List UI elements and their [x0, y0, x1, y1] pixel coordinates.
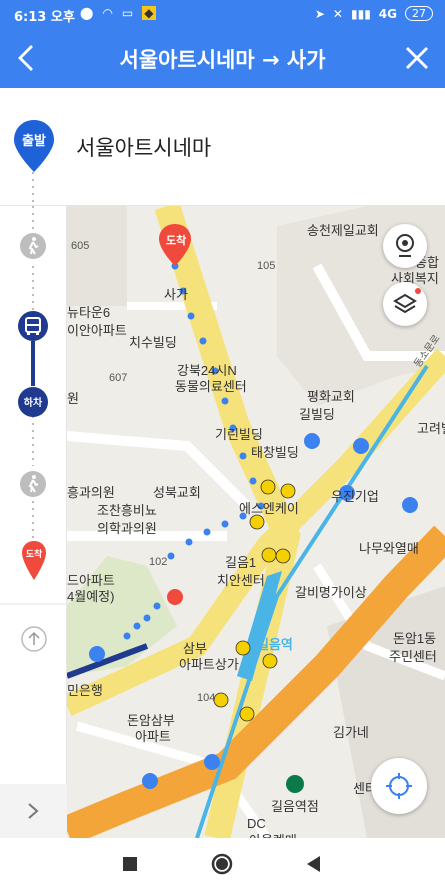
- map-label: 성북교회: [153, 485, 201, 500]
- map-label: 아파트: [135, 729, 171, 744]
- walk-icon[interactable]: [19, 232, 47, 260]
- page-title: 서울아트시네마 → 사가: [119, 48, 326, 72]
- map-label: 고려빌: [417, 421, 445, 436]
- map-label: 우진기업: [331, 489, 379, 504]
- map-label: 조찬흥비뇨: [97, 503, 157, 518]
- map-label: 주민센터: [389, 649, 437, 664]
- map-destination-badge: 도착: [166, 235, 187, 247]
- map-label: 에스엔케이: [239, 501, 299, 516]
- map-label: 이안아파트: [67, 323, 127, 338]
- map-station-label[interactable]: 길음역: [257, 634, 293, 653]
- alight-badge[interactable]: 하차: [17, 386, 49, 418]
- route-steps-panel: 하차 도착: [0, 206, 67, 838]
- start-pin-icon: 출발: [14, 120, 54, 172]
- scroll-up-icon[interactable]: [21, 626, 47, 652]
- map-label: 뉴타운6: [67, 305, 111, 320]
- alight-label: 하차: [24, 396, 43, 409]
- recent-apps-icon[interactable]: [118, 852, 142, 876]
- map-label: 흥과의원: [67, 485, 115, 500]
- hotspot-icon: ◠: [102, 6, 113, 20]
- map-label: 아파트상가: [179, 657, 239, 672]
- map-destination-name[interactable]: 사가: [164, 284, 188, 303]
- map-label: 102: [149, 556, 168, 568]
- map-label: 동물의료센터: [175, 379, 247, 394]
- start-name: 서울아트시네마: [76, 136, 212, 160]
- map-label: 돈암1동: [393, 631, 437, 646]
- gps-icon: ➤: [314, 6, 325, 21]
- map-label: 아울렛매: [249, 830, 297, 838]
- expand-panel-button[interactable]: [0, 784, 67, 838]
- signal-icon: ▮▮▮: [350, 6, 371, 21]
- map-label: 605: [71, 240, 90, 252]
- crosshair-icon: [386, 773, 412, 799]
- mute-icon: ✕: [332, 6, 343, 21]
- system-nav-bar: [0, 838, 445, 889]
- route-map[interactable]: 동소문로 도착 사가 송천제일교회 종합 사회복지 105 605 뉴타운6 이…: [67, 206, 445, 838]
- map-label: 104: [197, 692, 216, 704]
- walk-icon[interactable]: [19, 470, 47, 498]
- map-label: 기린빌딩: [215, 427, 263, 442]
- my-location-button[interactable]: [371, 758, 427, 814]
- map-label: 607: [109, 372, 128, 384]
- route-connector: [32, 172, 34, 210]
- map-label: 치수빌딩: [129, 335, 177, 350]
- map-label: 원: [67, 391, 79, 406]
- status-time: 6:13 오후: [14, 10, 75, 25]
- arrive-pin-icon[interactable]: 도착: [21, 540, 47, 586]
- map-label: 송천제일교회: [307, 223, 379, 238]
- map-label: 치안센터: [217, 573, 265, 588]
- battery-icon: 27: [405, 6, 433, 21]
- notification-dot: [415, 288, 421, 294]
- chevron-left-icon[interactable]: [12, 42, 42, 74]
- map-label: 태창빌딩: [251, 445, 299, 460]
- back-nav-icon[interactable]: [302, 852, 326, 876]
- map-label: 길빌딩: [299, 407, 335, 422]
- cctv-icon: [396, 234, 414, 257]
- bus-icon[interactable]: [17, 310, 49, 342]
- map-label: 민은행: [67, 683, 103, 698]
- map-label: 길음역점: [271, 799, 319, 814]
- layers-button[interactable]: [383, 282, 427, 326]
- location-icon: ⬤: [80, 6, 94, 20]
- network-type: 4G: [378, 6, 397, 21]
- map-label: 길음1: [225, 555, 257, 570]
- map-label: 4월예정): [67, 589, 115, 604]
- home-icon[interactable]: [210, 852, 234, 876]
- map-label: 의학과의원: [97, 521, 157, 536]
- start-badge: 출발: [22, 133, 46, 149]
- map-label: DC: [247, 816, 266, 831]
- chevron-right-icon: [28, 803, 39, 819]
- header: 서울아트시네마 → 사가: [0, 28, 445, 88]
- map-label: 평화교회: [307, 389, 355, 404]
- status-bar: 6:13 오후 ⬤ ◠ ▭ ◆ ➤ ✕ ▮▮▮ 4G 27: [0, 0, 445, 28]
- close-icon[interactable]: [403, 44, 431, 72]
- layers-icon: [393, 293, 417, 314]
- map-label: 갈비명가이상: [295, 585, 367, 600]
- map-label: 105: [257, 260, 276, 272]
- street-view-button[interactable]: [383, 224, 427, 268]
- map-label: 나무와열매: [359, 541, 419, 556]
- app-notification-icon: ◆: [142, 6, 156, 20]
- map-label: 김가네: [333, 725, 369, 740]
- arrive-label: 도착: [26, 548, 43, 560]
- message-icon: ▭: [121, 6, 134, 20]
